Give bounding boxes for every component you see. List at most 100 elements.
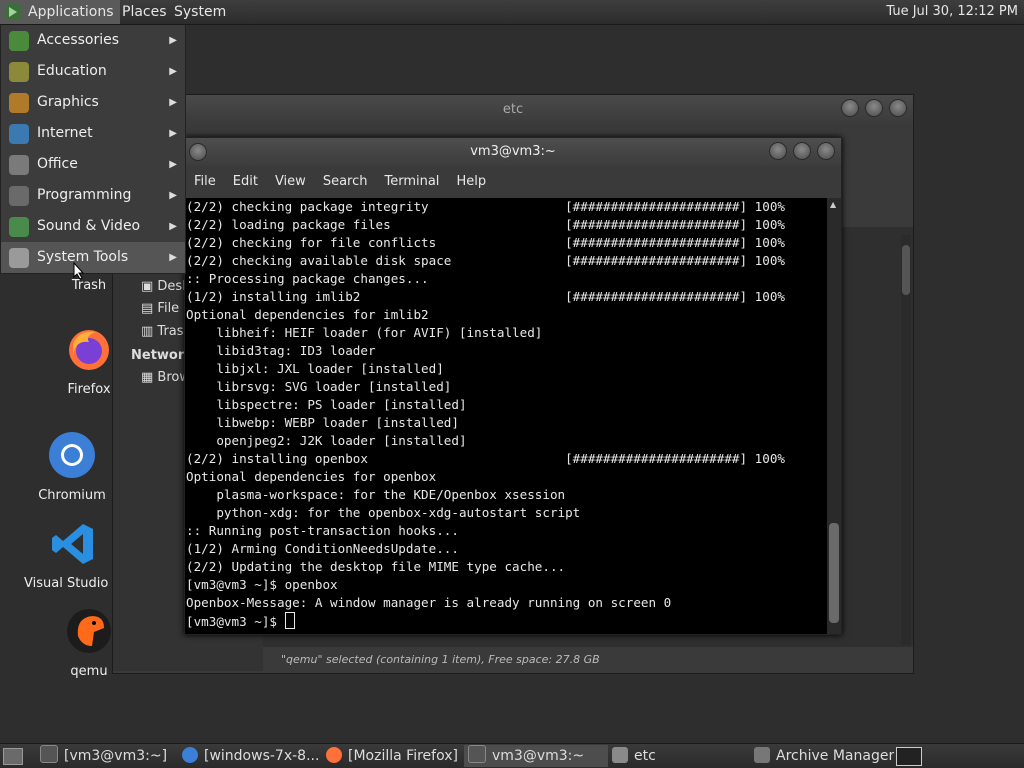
drive-icon: ▤ [141,301,158,316]
desktop-icon-chromium[interactable]: Chromium [17,430,127,503]
taskbar-item-firefox[interactable]: [Mozilla Firefox] [322,745,462,767]
maximize-icon[interactable] [865,99,883,117]
menu-terminal[interactable]: Terminal [375,166,447,198]
submenu-arrow-icon: ▶ [169,190,177,201]
desktop-icon-label: Visual Studio Code [24,576,122,591]
terminal-titlebar[interactable]: vm3@vm3:~ [185,138,841,166]
menu-view[interactable]: View [266,166,314,198]
menu-item-graphics[interactable]: Graphics ▶ [1,87,185,118]
menu-item-label: Graphics [37,94,99,110]
chromium-icon [49,432,95,478]
close-icon[interactable] [817,142,835,160]
taskbar-item-etc[interactable]: etc [608,745,748,767]
terminal-output[interactable]: (2/2) checking package integrity [######… [185,198,827,634]
mouse-pointer-icon [73,262,85,280]
menu-item-programming[interactable]: Programming ▶ [1,180,185,211]
window-menu-icon[interactable] [189,143,207,161]
menu-item-system-tools[interactable]: System Tools ▶ [1,242,185,273]
terminal-line: libjxl: JXL loader [installed] [186,361,444,376]
submenu-arrow-icon: ▶ [169,97,177,108]
sound-video-icon [9,217,29,237]
window-title: etc [502,102,524,117]
terminal-line: libspectre: PS loader [installed] [186,397,467,412]
terminal-line: libid3tag: ID3 loader [186,343,376,358]
clock[interactable]: Tue Jul 30, 12:12 PM [886,0,1018,24]
terminal-line: python-xdg: for the openbox-xdg-autostar… [186,505,581,520]
taskbar: [vm3@vm3:~] [windows-7x-8... [Mozilla Fi… [0,743,1024,768]
terminal-window[interactable]: vm3@vm3:~ File Edit View Search Terminal Help… [184,137,842,635]
menu-item-sound-video[interactable]: Sound & Video ▶ [1,211,185,242]
scrollbar-thumb[interactable] [902,245,910,295]
applications-menu: Accessories ▶ Education ▶ Graphics ▶ Internet ▶… [0,24,186,274]
system-tools-icon [9,248,29,268]
firefox-icon [326,747,342,763]
qemu-icon [67,609,111,653]
file-manager-titlebar[interactable]: etc [113,95,913,125]
file-manager-statusbar: "qemu" selected (containing 1 item), Fre… [263,647,913,673]
menu-item-label: Accessories [37,32,120,48]
terminal-line: [vm3@vm3 ~]$ openbox [186,577,338,592]
terminal-menubar: File Edit View Search Terminal Help [185,166,841,198]
submenu-arrow-icon: ▶ [169,66,177,77]
network-icon: ▦ [141,370,158,385]
office-icon [9,155,29,175]
accessories-icon [9,31,29,51]
minimize-icon[interactable] [769,142,787,160]
menu-search[interactable]: Search [314,166,376,198]
terminal-prompt-line[interactable]: [vm3@vm3 ~]$ [186,612,827,630]
chromium-icon [182,747,198,763]
terminal-scrollbar[interactable]: ▲ [827,198,841,634]
terminal-line: openjpeg2: J2K loader [installed] [186,433,467,448]
menu-file[interactable]: File [185,166,224,198]
menu-help[interactable]: Help [447,166,494,198]
places-menu-button[interactable]: Places [116,0,173,24]
terminal-line: (2/2) installing openbox [##############… [186,451,785,466]
scroll-up-icon[interactable]: ▲ [830,200,836,209]
terminal-line: (2/2) Updating the desktop file MIME typ… [186,559,566,574]
terminal-line: (2/2) checking available disk space [###… [186,253,785,268]
terminal-prompt: [vm3@vm3 ~]$ [186,614,285,629]
terminal-line: Optional dependencies for imlib2 [186,307,429,322]
firefox-icon [69,330,109,370]
terminal-line: :: Running post-transaction hooks... [186,523,459,538]
terminal-line: Optional dependencies for openbox [186,469,437,484]
menu-edit[interactable]: Edit [224,166,266,198]
workspace-switcher[interactable] [896,747,922,766]
submenu-arrow-icon: ▶ [169,221,177,232]
menu-item-office[interactable]: Office ▶ [1,149,185,180]
taskbar-item-terminal-2[interactable]: vm3@vm3:~ [464,745,608,767]
show-desktop-icon[interactable] [3,748,23,765]
folder-icon: ▣ [141,279,158,294]
terminal-line: (1/2) Arming ConditionNeedsUpdate... [186,541,459,556]
scrollbar-thumb[interactable] [829,523,839,623]
distro-logo-icon [5,4,21,20]
menu-item-label: Programming [37,187,132,203]
taskbar-item-windows-vm[interactable]: [windows-7x-8... [178,745,320,767]
terminal-line: Openbox-Message: A window manager is alr… [186,595,672,610]
terminal-line: librsvg: SVG loader [installed] [186,379,452,394]
file-manager-scrollbar[interactable] [901,235,911,645]
top-panel: Applications Places System Tue Jul 30, 1… [0,0,1024,25]
desktop-icon-label: Chromium [38,488,106,503]
education-icon [9,62,29,82]
menu-item-label: Sound & Video [37,218,141,234]
trash-icon: ▥ [141,324,158,339]
taskbar-item-terminal-1[interactable]: [vm3@vm3:~] [36,745,176,767]
window-buttons [835,99,907,129]
menu-item-education[interactable]: Education ▶ [1,56,185,87]
maximize-icon[interactable] [793,142,811,160]
terminal-line: libwebp: WEBP loader [installed] [186,415,459,430]
minimize-icon[interactable] [841,99,859,117]
menu-item-accessories[interactable]: Accessories ▶ [1,25,185,56]
system-menu-button[interactable]: System [168,0,232,24]
terminal-line: (2/2) checking for file conflicts [#####… [186,235,785,250]
close-icon[interactable] [889,99,907,117]
menu-item-internet[interactable]: Internet ▶ [1,118,185,149]
applications-menu-button[interactable]: Applications [0,0,120,24]
taskbar-item-archive-manager[interactable]: Archive Manager [750,745,894,767]
submenu-arrow-icon: ▶ [169,35,177,46]
programming-icon [9,186,29,206]
folder-icon [612,747,628,763]
terminal-icon [468,745,486,763]
terminal-line: libheif: HEIF loader (for AVIF) [install… [186,325,543,340]
